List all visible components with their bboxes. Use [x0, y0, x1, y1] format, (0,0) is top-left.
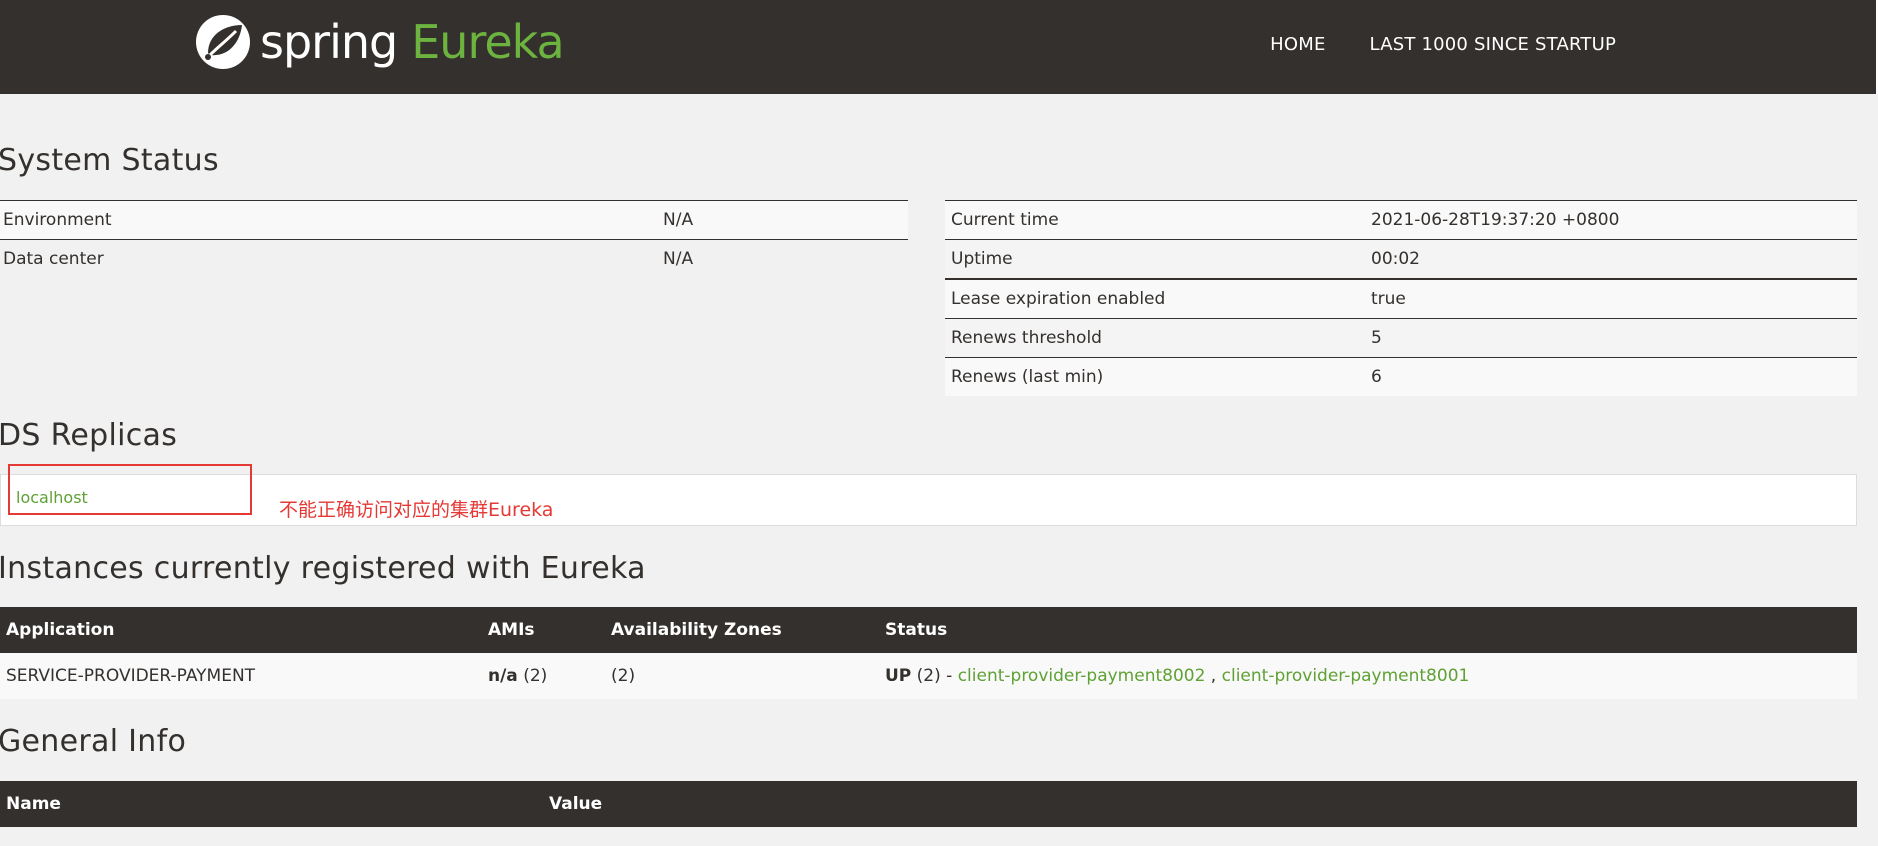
column-header-name: Name: [0, 781, 543, 827]
annotation-text: 不能正确访问对应的集群Eureka: [279, 499, 554, 521]
spring-leaf-icon: [196, 15, 250, 69]
status-value: 00:02: [1365, 239, 1857, 279]
table-row: Renews threshold 5: [945, 318, 1857, 358]
instances-table: Application AMIs Availability Zones Stat…: [0, 607, 1857, 699]
table-header-row: Application AMIs Availability Zones Stat…: [0, 607, 1857, 653]
system-status-left-table: Environment N/A Data center N/A: [0, 200, 908, 278]
system-status-heading: System Status: [0, 143, 219, 178]
status-value: 6: [1365, 357, 1857, 396]
status-label: Environment: [0, 200, 660, 240]
instance-zones: (2): [605, 653, 879, 699]
logo-spring-text: spring: [260, 15, 398, 69]
table-row: Current time 2021-06-28T19:37:20 +0800: [945, 200, 1857, 240]
general-info-heading: General Info: [0, 724, 187, 759]
column-header-zones: Availability Zones: [605, 607, 879, 653]
column-header-application: Application: [0, 607, 482, 653]
ami-value: n/a: [488, 666, 518, 686]
status-value: 2021-06-28T19:37:20 +0800: [1365, 200, 1857, 240]
instance-application: SERVICE-PROVIDER-PAYMENT: [0, 653, 482, 699]
column-header-amis: AMIs: [482, 607, 605, 653]
column-header-value: Value: [543, 781, 1857, 827]
instance-status: UP (2) - client-provider-payment8002 , c…: [879, 653, 1857, 699]
status-label: Renews (last min): [945, 357, 1365, 396]
status-label: Current time: [945, 200, 1365, 240]
status-value: N/A: [663, 249, 694, 269]
status-label: Lease expiration enabled: [945, 278, 1365, 319]
instance-link-8002[interactable]: client-provider-payment8002: [958, 666, 1206, 686]
table-row: Environment N/A: [0, 200, 908, 240]
table-header-row: Name Value: [0, 781, 1857, 827]
status-label: Uptime: [945, 239, 1365, 279]
status-label: Data center: [3, 249, 104, 269]
system-status-right-table: Current time 2021-06-28T19:37:20 +0800 U…: [945, 200, 1857, 396]
table-row: Data center N/A: [0, 240, 908, 279]
status-value: N/A: [660, 200, 908, 240]
table-row: SERVICE-PROVIDER-PAYMENT n/a (2) (2) UP …: [0, 653, 1857, 699]
table-row: Uptime 00:02: [945, 239, 1857, 279]
nav-menu: HOME LAST 1000 SINCE STARTUP: [1270, 34, 1616, 55]
ami-count: (2): [517, 666, 548, 686]
spring-eureka-logo[interactable]: spring Eureka: [194, 12, 565, 72]
instance-link-8001[interactable]: client-provider-payment8001: [1222, 666, 1470, 686]
logo-text: spring Eureka: [260, 12, 565, 72]
status-count: (2) -: [911, 666, 958, 686]
status-up: UP: [885, 666, 912, 686]
link-separator: ,: [1205, 666, 1222, 686]
ds-replicas-heading: DS Replicas: [0, 418, 178, 453]
nav-home-link[interactable]: HOME: [1270, 34, 1325, 55]
instance-amis: n/a (2): [482, 653, 605, 699]
logo-eureka-text: Eureka: [411, 15, 564, 69]
status-value: true: [1365, 278, 1857, 319]
instances-heading: Instances currently registered with Eure…: [0, 551, 646, 586]
status-value: 5: [1365, 318, 1857, 358]
annotation-highlight-box: [8, 464, 252, 515]
top-navbar: spring Eureka HOME LAST 1000 SINCE STARTU…: [0, 0, 1878, 94]
general-info-table: Name Value: [0, 781, 1857, 827]
table-row: Renews (last min) 6: [945, 357, 1857, 396]
column-header-status: Status: [879, 607, 1857, 653]
status-label: Renews threshold: [945, 318, 1365, 358]
nav-last-1000-link[interactable]: LAST 1000 SINCE STARTUP: [1370, 34, 1616, 55]
table-row: Lease expiration enabled true: [945, 278, 1857, 319]
